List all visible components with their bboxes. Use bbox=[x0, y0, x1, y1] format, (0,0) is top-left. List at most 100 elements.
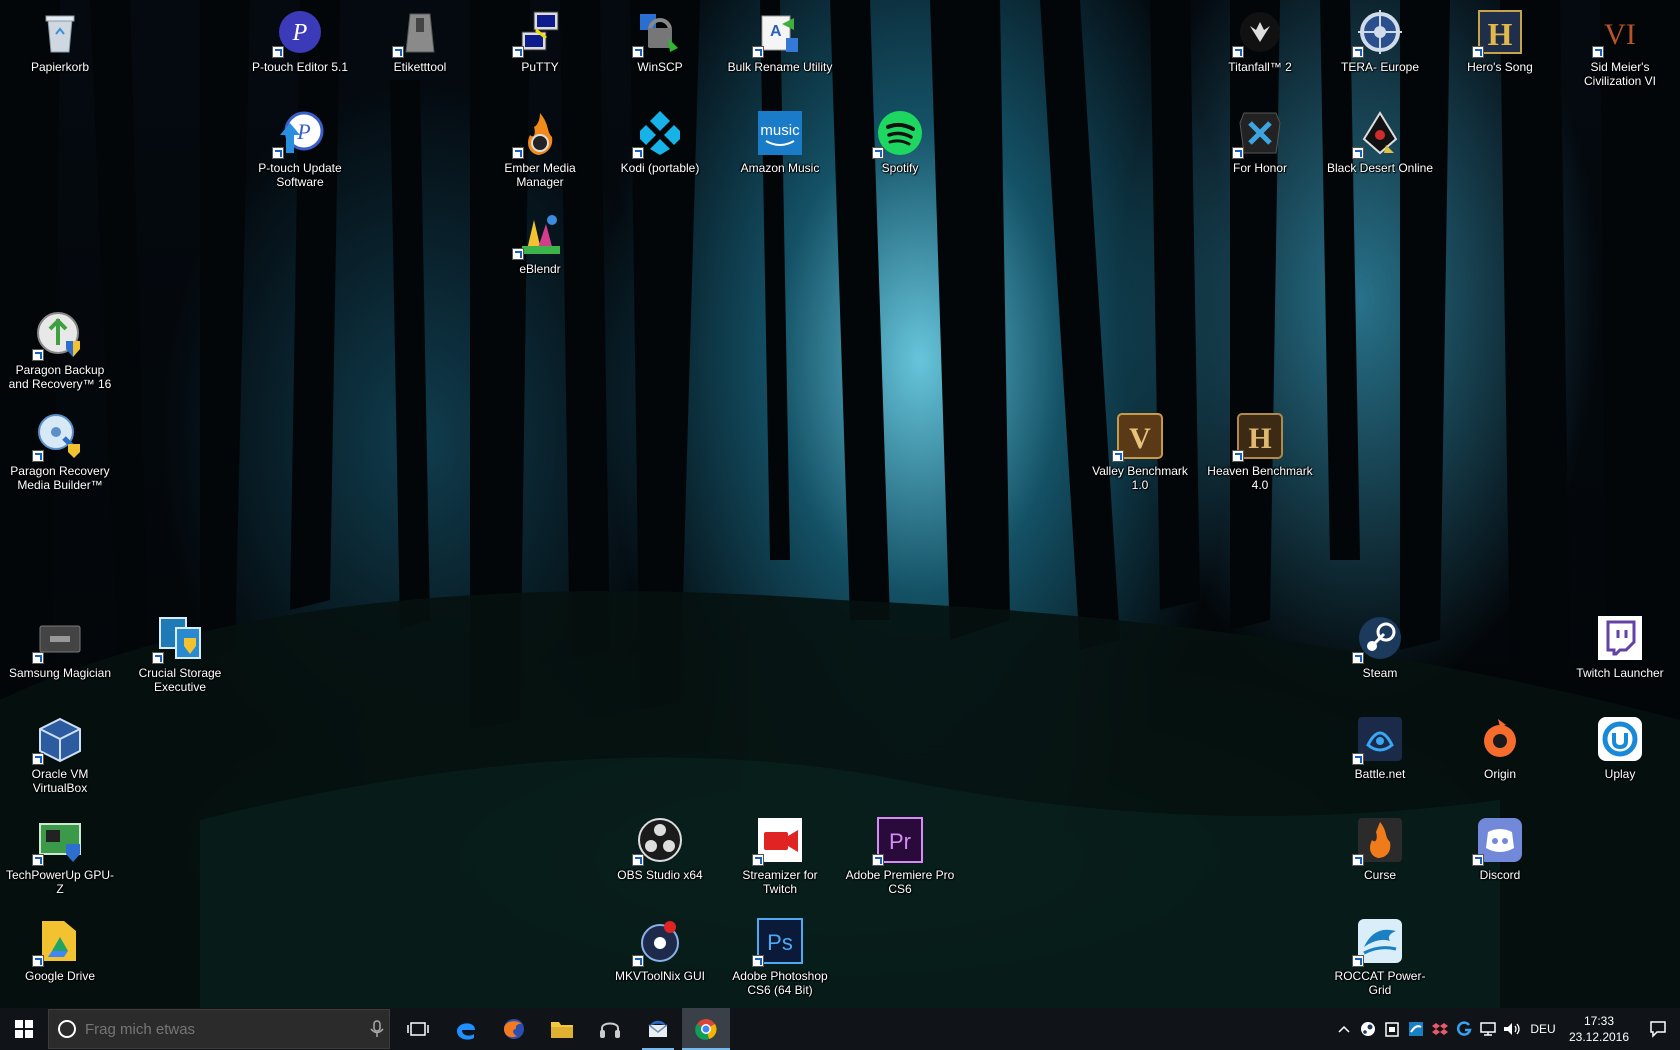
desktop-icon-civilization[interactable]: VI Sid Meier's Civilization VI bbox=[1564, 4, 1676, 96]
icon-label: PuTTY bbox=[521, 60, 559, 74]
action-center-button[interactable] bbox=[1636, 1008, 1680, 1050]
desktop-icon-titanfall[interactable]: Titanfall™ 2 bbox=[1204, 4, 1316, 96]
desktop-icon-bulk-rename[interactable]: A Bulk Rename Utility bbox=[724, 4, 836, 96]
icon-label: Adobe Premiere Pro CS6 bbox=[845, 868, 955, 896]
desktop-icon-mkvtoolnix[interactable]: MKVToolNix GUI bbox=[604, 913, 716, 1005]
clock-date: 23.12.2016 bbox=[1568, 1030, 1630, 1044]
shortcut-arrow-icon bbox=[392, 46, 404, 58]
taskbar-firefox[interactable] bbox=[490, 1008, 538, 1050]
svg-text:H: H bbox=[1248, 422, 1271, 455]
ember-icon bbox=[512, 109, 564, 159]
tray-volume[interactable] bbox=[1500, 1008, 1524, 1050]
icon-label: Steam bbox=[1362, 666, 1398, 680]
icon-label: Battle.net bbox=[1354, 767, 1406, 781]
show-hidden-icons-button[interactable] bbox=[1332, 1008, 1356, 1050]
shortcut-arrow-icon bbox=[1472, 854, 1484, 866]
desktop-icon-crucial[interactable]: Crucial Storage Executive bbox=[124, 610, 236, 702]
desktop-icon-paragon-backup[interactable]: Paragon Backup and Recovery™ 16 bbox=[4, 307, 116, 399]
desktop-icon-steam[interactable]: Steam bbox=[1324, 610, 1436, 702]
shortcut-arrow-icon bbox=[872, 147, 884, 159]
desktop-icon-discord[interactable]: Discord bbox=[1444, 812, 1556, 904]
clock[interactable]: 17:33 23.12.2016 bbox=[1562, 1013, 1636, 1045]
desktop-icon-valley-benchmark[interactable]: V Valley Benchmark 1.0 bbox=[1084, 408, 1196, 500]
obs-icon bbox=[632, 816, 684, 866]
desktop-icon-google-drive[interactable]: Google Drive bbox=[4, 913, 116, 1005]
desktop-icon-photoshop[interactable]: Ps Adobe Photoshop CS6 (64 Bit) bbox=[724, 913, 836, 1005]
desktop-icon-heros-song[interactable]: H Hero's Song bbox=[1444, 4, 1556, 96]
desktop-icon-for-honor[interactable]: For Honor bbox=[1204, 105, 1316, 197]
desktop-icon-spotify[interactable]: Spotify bbox=[844, 105, 956, 197]
tray-dropbox[interactable] bbox=[1428, 1008, 1452, 1050]
clock-time: 17:33 bbox=[1583, 1014, 1615, 1028]
taskbar-chrome[interactable] bbox=[682, 1008, 730, 1050]
desktop-icon-putty[interactable]: PuTTY bbox=[484, 4, 596, 96]
desktop-icon-amazon-music[interactable]: music Amazon Music bbox=[724, 105, 836, 197]
desktop-icon-uplay[interactable]: Uplay bbox=[1564, 711, 1676, 803]
icon-label: Samsung Magician bbox=[8, 666, 112, 680]
shortcut-arrow-icon bbox=[632, 955, 644, 967]
premiere-icon: Pr bbox=[872, 816, 924, 866]
icon-label: Papierkorb bbox=[30, 60, 90, 74]
tray-roccat[interactable] bbox=[1404, 1008, 1428, 1050]
mkvtoolnix-icon bbox=[632, 917, 684, 967]
input-language[interactable]: DEU bbox=[1524, 1022, 1562, 1036]
desktop-icon-premiere[interactable]: Pr Adobe Premiere Pro CS6 bbox=[844, 812, 956, 904]
tray-network[interactable] bbox=[1476, 1008, 1500, 1050]
desktop-icon-streamizer[interactable]: Streamizer for Twitch bbox=[724, 812, 836, 904]
winscp-icon bbox=[632, 8, 684, 58]
desktop-icon-heaven-benchmark[interactable]: H Heaven Benchmark 4.0 bbox=[1204, 408, 1316, 500]
roccat-icon bbox=[1352, 917, 1404, 967]
taskbar-thunderbird[interactable] bbox=[634, 1008, 682, 1050]
desktop-icon-virtualbox[interactable]: Oracle VM VirtualBox bbox=[4, 711, 116, 803]
taskbar-file-explorer[interactable] bbox=[538, 1008, 586, 1050]
cortana-search-box[interactable] bbox=[48, 1009, 390, 1049]
taskbar-headset-app[interactable] bbox=[586, 1008, 634, 1050]
desktop-icon-paragon-media[interactable]: Paragon Recovery Media Builder™ bbox=[4, 408, 116, 500]
desktop-icon-obs[interactable]: OBS Studio x64 bbox=[604, 812, 716, 904]
desktop-icon-curse[interactable]: Curse bbox=[1324, 812, 1436, 904]
security-icon bbox=[1385, 1022, 1399, 1037]
desktop-icon-kodi[interactable]: Kodi (portable) bbox=[604, 105, 716, 197]
desktop-icon-ptouch-editor[interactable]: P P-touch Editor 5.1 bbox=[244, 4, 356, 96]
shortcut-arrow-icon bbox=[272, 46, 284, 58]
virtualbox-icon bbox=[32, 715, 84, 765]
steam-icon bbox=[1352, 614, 1404, 664]
shortcut-arrow-icon bbox=[32, 854, 44, 866]
desktop-icon-eblendr[interactable]: eBlendr bbox=[484, 206, 596, 298]
shortcut-arrow-icon bbox=[1112, 450, 1124, 462]
windows-logo-icon bbox=[15, 1020, 33, 1038]
civilization-icon: VI bbox=[1592, 8, 1644, 58]
desktop-icon-papierkorb[interactable]: Papierkorb bbox=[4, 4, 116, 96]
search-input[interactable] bbox=[83, 1019, 365, 1039]
taskbar-edge[interactable] bbox=[442, 1008, 490, 1050]
network-icon bbox=[1480, 1022, 1496, 1036]
shortcut-arrow-icon bbox=[1472, 46, 1484, 58]
desktop-icon-twitch[interactable]: Twitch Launcher bbox=[1564, 610, 1676, 702]
microphone-icon[interactable] bbox=[365, 1019, 389, 1039]
start-button[interactable] bbox=[0, 1008, 48, 1050]
desktop-icon-ember[interactable]: Ember Media Manager bbox=[484, 105, 596, 197]
svg-text:A: A bbox=[770, 23, 782, 40]
shortcut-arrow-icon bbox=[32, 955, 44, 967]
desktop-icon-winscp[interactable]: WinSCP bbox=[604, 4, 716, 96]
icon-label: Streamizer for Twitch bbox=[742, 868, 818, 896]
desktop-icon-origin[interactable]: Origin bbox=[1444, 711, 1556, 803]
icon-label: Discord bbox=[1479, 868, 1521, 882]
desktop[interactable]: Papierkorb P P-touch Editor 5.1 Etikettt… bbox=[0, 0, 1680, 1008]
desktop-icon-tera[interactable]: TERA- Europe bbox=[1324, 4, 1436, 96]
desktop-icon-gpuz[interactable]: TechPowerUp GPU-Z bbox=[4, 812, 116, 904]
desktop-icon-black-desert[interactable]: Black Desert Online bbox=[1324, 105, 1436, 197]
desktop-icon-ptouch-update[interactable]: P P-touch Update Software bbox=[244, 105, 356, 197]
tray-g-app[interactable] bbox=[1452, 1008, 1476, 1050]
desktop-icon-samsung-magician[interactable]: Samsung Magician bbox=[4, 610, 116, 702]
bulk-rename-icon: A bbox=[752, 8, 804, 58]
desktop-icon-battlenet[interactable]: Battle.net bbox=[1324, 711, 1436, 803]
desktop-icon-roccat[interactable]: ROCCAT Power-Grid bbox=[1324, 913, 1436, 1005]
uplay-icon bbox=[1596, 715, 1644, 763]
task-view-button[interactable] bbox=[394, 1008, 442, 1050]
gpuz-icon bbox=[32, 816, 84, 866]
tray-steam[interactable] bbox=[1356, 1008, 1380, 1050]
desktop-icon-etiketttool[interactable]: Etiketttool bbox=[364, 4, 476, 96]
tray-security[interactable] bbox=[1380, 1008, 1404, 1050]
discord-icon bbox=[1472, 816, 1524, 866]
